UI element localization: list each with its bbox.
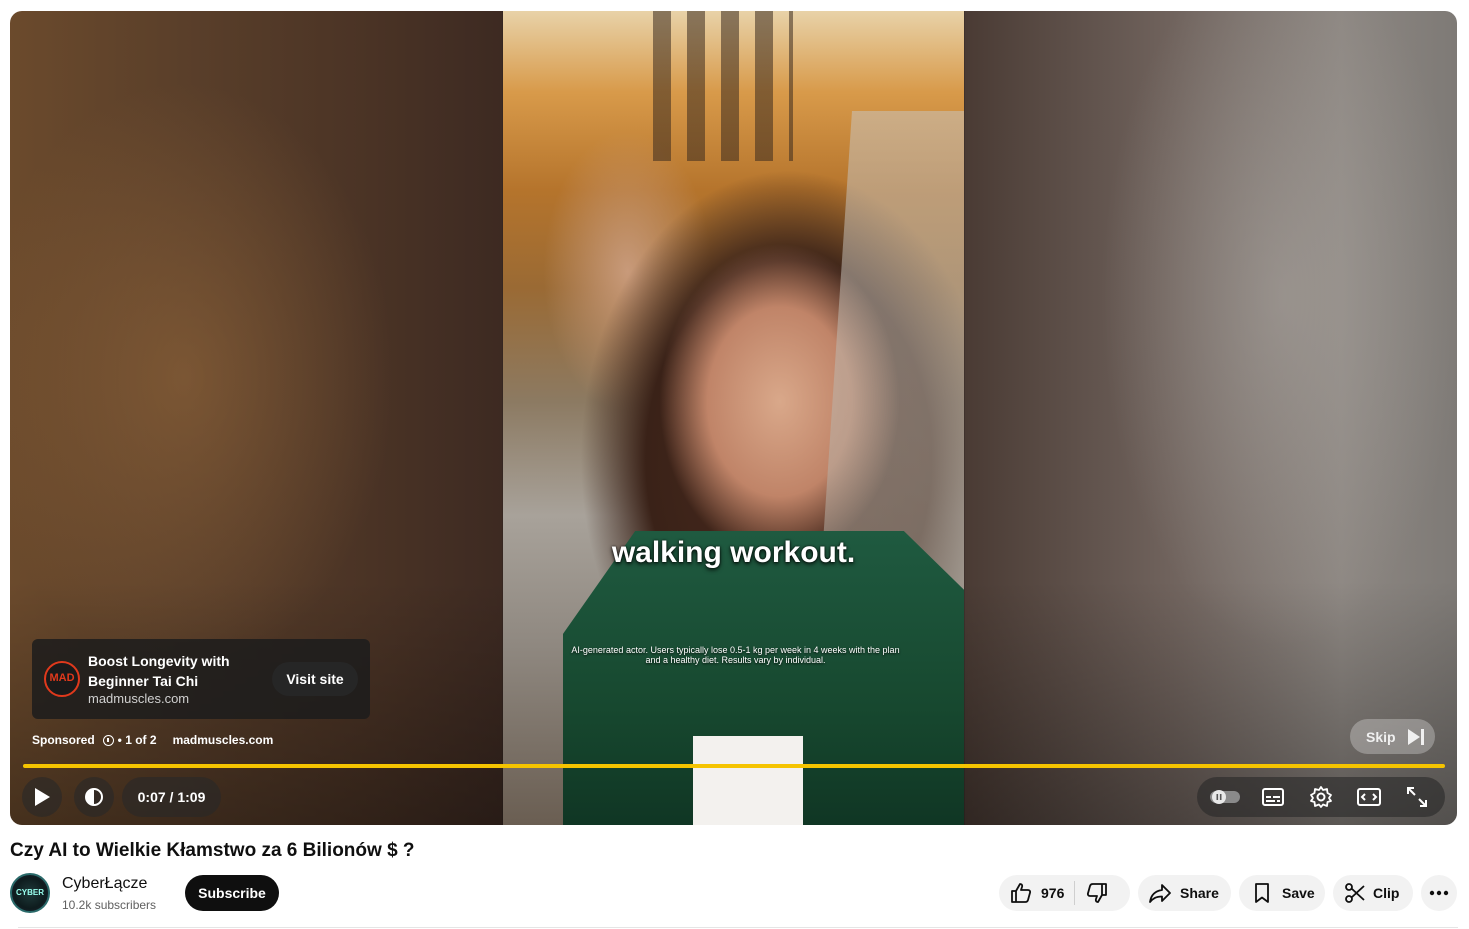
video-frame[interactable]: walking workout. AI-generated actor. Use… xyxy=(503,11,964,825)
video-caption: walking workout. xyxy=(611,536,856,569)
play-button[interactable] xyxy=(22,777,62,817)
share-icon xyxy=(1149,884,1171,903)
video-player[interactable]: walking workout. AI-generated actor. Use… xyxy=(10,11,1457,825)
ad-count: • 1 of 2 xyxy=(117,733,157,747)
skip-ad-button[interactable]: Skip xyxy=(1350,719,1435,754)
channel-name[interactable]: CyberŁącze xyxy=(62,875,147,893)
subscribe-button[interactable]: Subscribe xyxy=(185,875,279,911)
like-button[interactable]: 976 xyxy=(1009,881,1064,905)
like-count: 976 xyxy=(1041,885,1065,901)
clip-label: Clip xyxy=(1373,885,1400,901)
channel-avatar[interactable]: CYBER xyxy=(10,873,50,913)
ad-progress-bar[interactable] xyxy=(23,764,1445,768)
share-button[interactable]: Share xyxy=(1138,875,1231,911)
sponsored-label: Sponsored xyxy=(32,733,95,747)
like-dislike-group: 976 xyxy=(999,875,1130,911)
advertiser-logo[interactable]: MAD xyxy=(44,661,80,697)
subtitles-icon[interactable] xyxy=(1261,785,1285,809)
theater-mode-icon[interactable] xyxy=(1357,785,1381,809)
bookmark-icon xyxy=(1255,883,1269,903)
clip-button[interactable]: Clip xyxy=(1333,875,1413,911)
info-icon[interactable] xyxy=(102,734,114,746)
divider xyxy=(18,927,1458,928)
sponsored-domain[interactable]: madmuscles.com xyxy=(173,733,274,747)
time-text: 0:07 / 1:09 xyxy=(137,789,206,805)
video-title: Czy AI to Wielkie Kłamstwo za 6 Bilionów… xyxy=(10,840,415,861)
sponsored-row: Sponsored • 1 of 2 madmuscles.com xyxy=(32,732,273,748)
dislike-button[interactable] xyxy=(1085,881,1109,905)
like-divider xyxy=(1074,881,1076,905)
ad-title[interactable]: Boost Longevity with Beginner Tai Chi xyxy=(88,651,258,691)
visit-site-button[interactable]: Visit site xyxy=(272,662,358,696)
volume-icon xyxy=(85,788,103,806)
ad-card[interactable]: MAD Boost Longevity with Beginner Tai Ch… xyxy=(32,639,370,719)
trees-backdrop xyxy=(653,11,793,161)
more-actions-button[interactable] xyxy=(1421,875,1457,911)
ai-disclaimer-caption: AI-generated actor. Users typically lose… xyxy=(571,645,900,665)
autoplay-toggle-icon[interactable] xyxy=(1209,785,1241,809)
play-icon xyxy=(35,788,50,806)
volume-button[interactable] xyxy=(74,777,114,817)
more-horizontal-icon xyxy=(1429,890,1449,896)
thumbs-down-icon xyxy=(1087,883,1108,903)
thumbs-up-icon xyxy=(1011,883,1032,903)
save-label: Save xyxy=(1282,885,1315,901)
right-controls xyxy=(1197,777,1445,817)
time-display: 0:07 / 1:09 xyxy=(122,777,221,817)
settings-icon[interactable] xyxy=(1309,785,1333,809)
subscriber-count: 10.2k subscribers xyxy=(62,898,157,912)
share-label: Share xyxy=(1180,885,1219,901)
skip-label: Skip xyxy=(1366,728,1396,745)
ad-domain[interactable]: madmuscles.com xyxy=(88,691,189,706)
skip-next-icon xyxy=(1407,728,1424,745)
shirt-shape xyxy=(693,736,803,825)
fullscreen-icon[interactable] xyxy=(1405,785,1429,809)
scissors-icon xyxy=(1345,883,1365,903)
save-button[interactable]: Save xyxy=(1239,875,1325,911)
